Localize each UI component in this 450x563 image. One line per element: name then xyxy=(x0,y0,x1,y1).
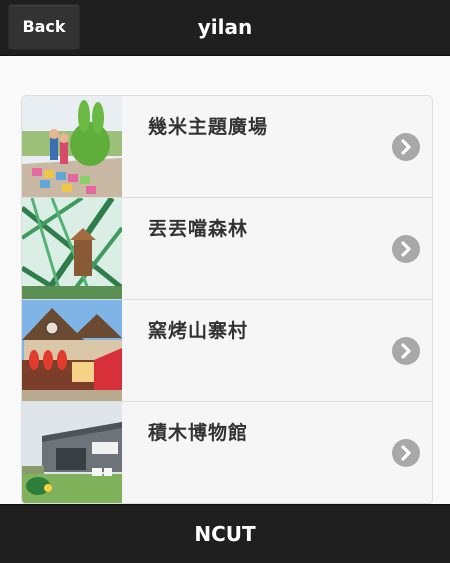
list-item-label: 積木博物館 xyxy=(148,422,249,444)
list-item[interactable]: 窯烤山寨村 xyxy=(22,300,432,402)
list-item[interactable]: 積木博物館 xyxy=(22,402,432,504)
content-area[interactable]: 幾米主題廣場 丟丟噹森林 窯烤山寨村 積木博物館 xyxy=(0,56,450,504)
list-item-label: 窯烤山寨村 xyxy=(148,320,249,342)
chevron-right-icon[interactable] xyxy=(392,133,420,161)
attraction-list: 幾米主題廣場 丟丟噹森林 窯烤山寨村 積木博物館 xyxy=(21,95,433,504)
list-item-label: 丟丟噹森林 xyxy=(148,218,249,240)
footer-bar: NCUT xyxy=(0,504,450,563)
block-museum-photo xyxy=(22,402,122,503)
list-item[interactable]: 幾米主題廣場 xyxy=(22,96,432,198)
diudiudang-forest-photo xyxy=(22,198,122,299)
list-item[interactable]: 丟丟噹森林 xyxy=(22,198,432,300)
list-item-label: 幾米主題廣場 xyxy=(148,116,269,138)
kiln-village-photo xyxy=(22,300,122,401)
header-bar: Back yilan xyxy=(0,0,450,56)
jimmy-square-photo xyxy=(22,96,122,197)
back-button[interactable]: Back xyxy=(8,4,80,50)
chevron-right-icon[interactable] xyxy=(392,235,420,263)
chevron-right-icon[interactable] xyxy=(392,439,420,467)
chevron-right-icon[interactable] xyxy=(392,337,420,365)
